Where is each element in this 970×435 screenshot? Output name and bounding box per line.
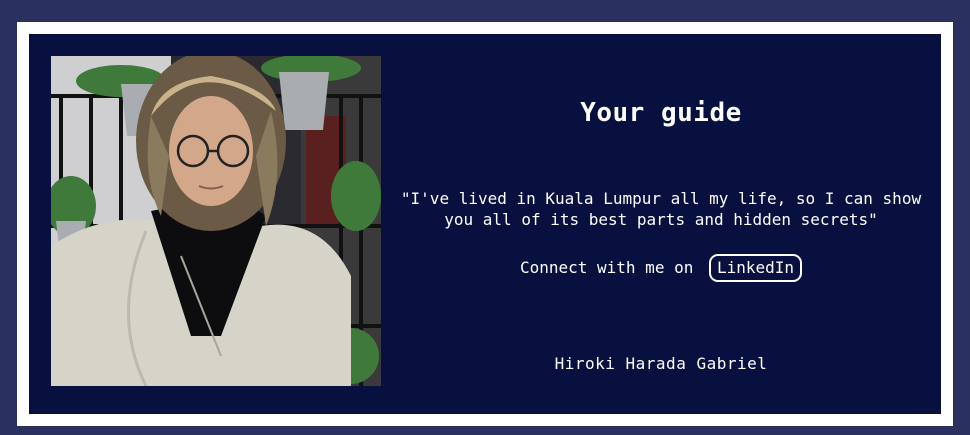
connect-text: Connect with me on [519, 258, 694, 277]
linkedin-link[interactable]: LinkedIn [708, 254, 803, 282]
guide-info: Your guide "I've lived in Kuala Lumpur a… [381, 34, 941, 414]
guide-title: Your guide [580, 98, 742, 128]
guide-name: Hiroki Harada Gabriel [554, 354, 768, 373]
guide-portrait-illustration [51, 56, 381, 386]
guide-photo [51, 56, 381, 386]
connect-line: Connect with me on LinkedIn [381, 254, 941, 282]
guide-quote: "I've lived in Kuala Lumpur all my life,… [400, 189, 922, 229]
guide-card: Your guide "I've lived in Kuala Lumpur a… [29, 34, 941, 414]
guide-card-frame: Your guide "I've lived in Kuala Lumpur a… [17, 22, 953, 426]
